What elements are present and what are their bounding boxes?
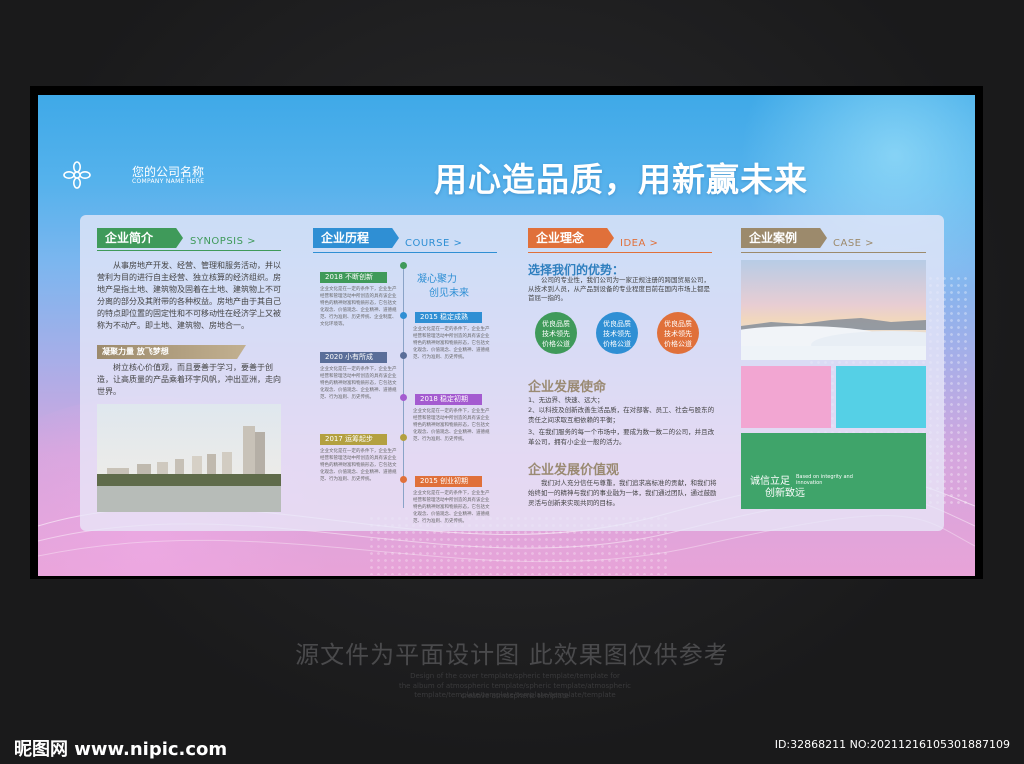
value-text: 我们对人充分信任与尊重，我们追求高标准的贡献，和我们将始终如一的精神与我们的事业… — [528, 479, 717, 507]
timeline-text: 企业文化是在一定的条件下，企业生产经营和管理活动中所创造的具有该企业特色的精神财… — [320, 367, 397, 400]
case-en-label: CASE > — [833, 238, 875, 249]
preview-subcaption: Design of the cover template/spheric tem… — [410, 672, 620, 680]
case-slogan-en: Based on integrity and innovation — [796, 474, 853, 486]
timeline-dot — [400, 352, 407, 359]
mission-item: 1、无边界、快速、远大； — [528, 396, 604, 404]
timeline-axis — [403, 262, 404, 508]
value-title: 企业发展价值观 — [528, 463, 620, 478]
city-photo — [97, 404, 281, 512]
timeline-text: 企业文化是在一定的条件下，企业生产经营和管理活动中所创造的具有该企业特色的精神财… — [413, 491, 490, 524]
case-tag: 企业案例 — [741, 228, 827, 248]
timeline-motto-1: 凝心聚力 — [417, 274, 457, 285]
preview-caption: 源文件为平面设计图 此效果图仅供参考 — [295, 641, 729, 669]
case-block-pink — [741, 366, 831, 428]
advantage-circle: 优良品质 技术领先 价格公道 — [596, 312, 638, 354]
synopsis-sub-tag: 凝聚力量 放飞梦想 — [97, 345, 246, 359]
synopsis-sub-text: 树立核心价值观，而且要善于学习，要善于创造，让高质量的产品乘着环宇风帆，冲出亚洲… — [97, 363, 281, 396]
timeline-text: 企业文化是在一定的条件下，企业生产经营和管理活动中所创造的具有该企业特色的精神财… — [320, 449, 397, 482]
synopsis-paragraph: 从事房地产开发、经营、管理和服务活动，并以营利为目的进行自主经营、独立核算的经济… — [97, 261, 281, 330]
course-en-label: COURSE > — [405, 238, 463, 249]
advantage-text: 公司的专业性，我们公司为一家正规注册的跨国贸易公司，从技术到人员，从产品到设备的… — [528, 276, 710, 302]
watermark-site: 昵图网 www.nipic.com — [14, 739, 228, 760]
mission-title: 企业发展使命 — [528, 380, 607, 395]
timeline-year: 2015 稳定成熟 — [415, 312, 482, 323]
watermark-id: ID:32868211 NO:20211216105301887109 — [774, 738, 1010, 751]
course-tag: 企业历程 — [313, 228, 399, 248]
company-logo-icon — [63, 161, 91, 189]
timeline-dot — [400, 476, 407, 483]
timeline-dot — [400, 312, 407, 319]
preview-subcaption: creative atmospheric template — [461, 692, 569, 700]
timeline-text: 企业文化是在一定的条件下，企业生产经营和管理活动中所创造的具有该企业特色的精神财… — [413, 327, 490, 360]
timeline-dot — [400, 434, 407, 441]
timeline-year: 2020 小有所成 — [320, 352, 387, 363]
synopsis-tag: 企业简介 — [97, 228, 183, 248]
synopsis-en-label: SYNOPSIS > — [190, 236, 257, 247]
company-name-en: COMPANY NAME HERE — [132, 178, 205, 185]
timeline-text: 企业文化是在一定的条件下，企业生产经营和管理活动中所创造的具有该企业特色的精神财… — [320, 287, 397, 327]
timeline-year: 2015 创业初期 — [415, 476, 482, 487]
advantage-circle: 优良品质 技术领先 价格公道 — [657, 312, 699, 354]
advantage-circle: 优良品质 技术领先 价格公道 — [535, 312, 577, 354]
timeline-dot — [400, 262, 407, 269]
timeline-year: 2017 运筹起步 — [320, 434, 387, 445]
page-title: 用心造品质，用新赢未来 — [434, 160, 808, 199]
timeline-year: 2018 不断创新 — [320, 272, 387, 283]
timeline-year: 2018 稳定初期 — [415, 394, 482, 405]
case-photo — [741, 260, 926, 360]
idea-en-label: IDEA > — [620, 238, 659, 249]
mission-item: 2、以科技及创新改善生活品质，在对部客、员工、社会与股东的责任之间求取互相依赖的… — [528, 406, 715, 424]
idea-tag: 企业理念 — [528, 228, 614, 248]
timeline-text: 企业文化是在一定的条件下，企业生产经营和管理活动中所创造的具有该企业特色的精神财… — [413, 409, 490, 442]
timeline-motto-2: 创见未来 — [429, 288, 469, 299]
mission-item: 3、在我们服务的每一个市场中，要成为数一数二的公司，并且改革公司，拥有小企业一般… — [528, 428, 715, 446]
timeline-dot — [400, 394, 407, 401]
case-block-cyan — [836, 366, 926, 428]
